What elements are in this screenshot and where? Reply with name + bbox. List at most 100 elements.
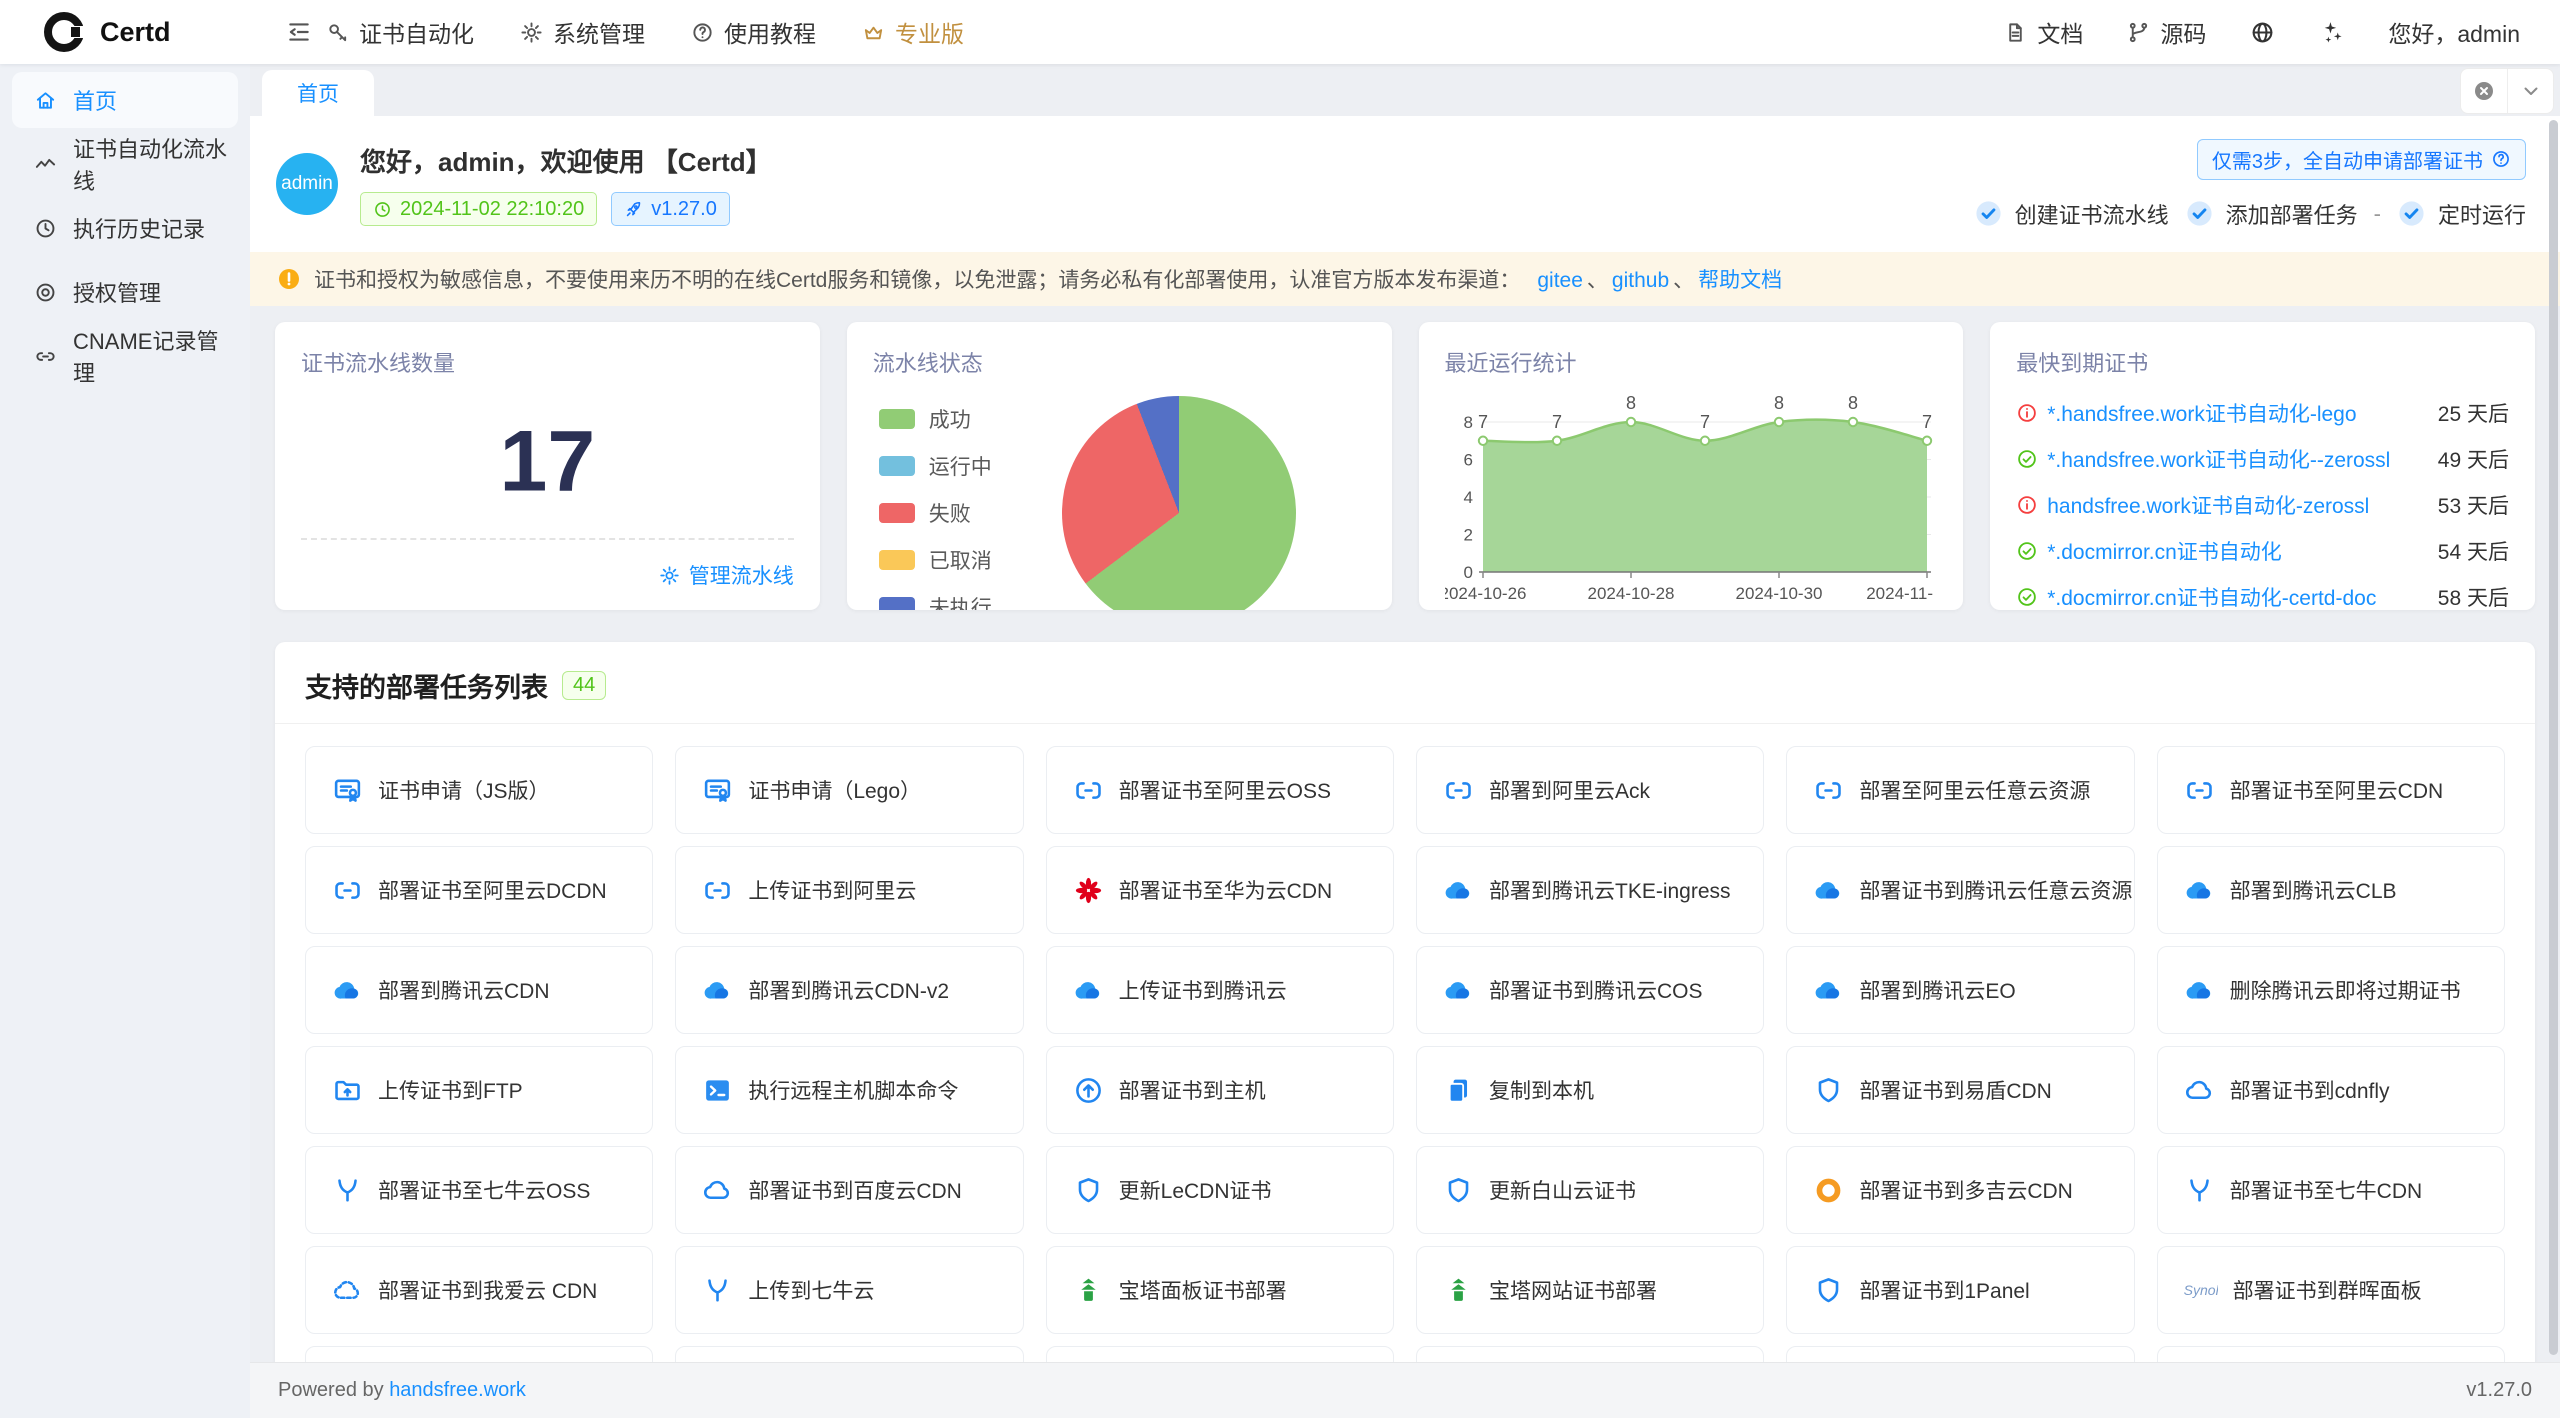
aliyun-icon xyxy=(702,875,733,906)
cert-name-link[interactable]: *.docmirror.cn证书自动化-certd-doc xyxy=(2047,582,2426,611)
warning-icon xyxy=(277,267,301,291)
brand[interactable]: Certd xyxy=(0,12,250,52)
task-card-1[interactable]: 证书申请（Lego） xyxy=(675,746,1023,834)
task-card-22[interactable]: 部署证书到易盾CDN xyxy=(1786,1046,2134,1134)
task-card-29[interactable]: 部署证书至七牛CDN xyxy=(2157,1146,2505,1234)
sidebar-item-4[interactable]: CNAME记录管理 xyxy=(12,328,238,384)
task-card-17[interactable]: 删除腾讯云即将过期证书 xyxy=(2157,946,2505,1034)
task-card-8[interactable]: 部署证书至华为云CDN xyxy=(1046,846,1394,934)
quickstart-step-0[interactable]: 创建证书流水线 xyxy=(1974,198,2169,230)
cert-name-link[interactable]: *.handsfree.work证书自动化-lego xyxy=(2047,398,2426,428)
task-card-26[interactable]: 更新LeCDN证书 xyxy=(1046,1146,1394,1234)
sidebar-item-1[interactable]: 证书自动化流水线 xyxy=(12,136,238,192)
legend-swatch xyxy=(879,456,915,476)
alert-link-帮助文档[interactable]: 帮助文档 xyxy=(1698,269,1782,292)
task-card-15[interactable]: 部署证书到腾讯云COS xyxy=(1416,946,1764,1034)
card-title: 最近运行统计 xyxy=(1445,346,1938,378)
legend-item-1: 运行中 xyxy=(879,451,992,481)
welcome-panel: admin 您好，admin，欢迎使用 【Certd】 2024-11-02 2… xyxy=(250,116,2560,252)
cert-name-link[interactable]: handsfree.work证书自动化-zerossl xyxy=(2047,490,2426,520)
card-title: 最快到期证书 xyxy=(2016,346,2509,378)
task-card-7[interactable]: 上传证书到阿里云 xyxy=(675,846,1023,934)
task-card-11[interactable]: 部署到腾讯云CLB xyxy=(2157,846,2505,934)
alert-link-github[interactable]: github xyxy=(1612,269,1669,292)
cloud-icon xyxy=(2184,1075,2215,1106)
task-card-13[interactable]: 部署到腾讯云CDN-v2 xyxy=(675,946,1023,1034)
aliyun-icon xyxy=(1073,775,1104,806)
deploy-tasks-card: 支持的部署任务列表 44 证书申请（JS版）证书申请（Lego）部署证书至阿里云… xyxy=(275,642,2535,1418)
svg-text:7: 7 xyxy=(1921,412,1931,432)
divider xyxy=(301,538,794,540)
task-card-28[interactable]: 部署证书到多吉云CDN xyxy=(1786,1146,2134,1234)
task-card-21[interactable]: 复制到本机 xyxy=(1416,1046,1764,1134)
scrollbar-thumb[interactable] xyxy=(2549,120,2558,1355)
nav-menu-0[interactable]: 证书自动化 xyxy=(326,15,474,49)
task-card-4[interactable]: 部署至阿里云任意云资源 xyxy=(1786,746,2134,834)
manage-pipelines-link[interactable]: 管理流水线 xyxy=(659,560,794,590)
check-badge-icon xyxy=(2185,199,2214,228)
globe-icon[interactable] xyxy=(2250,20,2275,45)
task-card-0[interactable]: 证书申请（JS版） xyxy=(305,746,653,834)
task-card-6[interactable]: 部署证书至阿里云DCDN xyxy=(305,846,653,934)
time-badge: 2024-11-02 22:10:20 xyxy=(360,192,597,226)
avatar[interactable]: admin xyxy=(276,153,338,215)
task-card-32[interactable]: 宝塔面板证书部署 xyxy=(1046,1246,1394,1334)
task-card-35[interactable]: Synology部署证书到群晖面板 xyxy=(2157,1246,2505,1334)
handsfree-link[interactable]: handsfree.work xyxy=(389,1379,526,1401)
task-card-24[interactable]: 部署证书至七牛云OSS xyxy=(305,1146,653,1234)
alert-link-gitee[interactable]: gitee xyxy=(1537,269,1583,292)
synology-icon: Synology xyxy=(2184,1282,2218,1298)
magic-icon[interactable] xyxy=(2319,20,2344,45)
task-card-14[interactable]: 上传证书到腾讯云 xyxy=(1046,946,1394,1034)
shield-icon xyxy=(1813,1075,1844,1106)
cert-name-link[interactable]: *.handsfree.work证书自动化--zerossl xyxy=(2047,444,2426,474)
task-card-30[interactable]: 部署证书到我爱云 CDN xyxy=(305,1246,653,1334)
task-card-5[interactable]: 部署证书至阿里云CDN xyxy=(2157,746,2505,834)
tasks-title: 支持的部署任务列表 xyxy=(305,666,548,705)
task-card-2[interactable]: 部署证书至阿里云OSS xyxy=(1046,746,1394,834)
tab-menu-button[interactable] xyxy=(2507,69,2553,113)
task-card-33[interactable]: 宝塔网站证书部署 xyxy=(1416,1246,1764,1334)
task-card-23[interactable]: 部署证书到cdnfly xyxy=(2157,1046,2505,1134)
days-remaining: 25 天后 xyxy=(2438,398,2509,428)
branch-icon xyxy=(2127,21,2150,44)
security-alert: 证书和授权为敏感信息，不要使用来历不明的在线Certd服务和镜像，以免泄露；请务… xyxy=(250,252,2560,306)
quickstart-step-1[interactable]: 添加部署任务 xyxy=(2185,198,2358,230)
task-card-31[interactable]: 上传到七牛云 xyxy=(675,1246,1023,1334)
sidebar-item-3[interactable]: 授权管理 xyxy=(12,264,238,320)
divider xyxy=(275,723,2535,724)
task-card-3[interactable]: 部署到阿里云Ack xyxy=(1416,746,1764,834)
nav-menu-3[interactable]: 专业版 xyxy=(862,15,964,49)
cert-name-link[interactable]: *.docmirror.cn证书自动化 xyxy=(2047,536,2426,566)
task-card-10[interactable]: 部署证书到腾讯云任意云资源 xyxy=(1786,846,2134,934)
task-card-25[interactable]: 部署证书到百度云CDN xyxy=(675,1146,1023,1234)
nav-link-1[interactable]: 源码 xyxy=(2127,15,2206,49)
svg-text:8: 8 xyxy=(1773,393,1783,413)
nav-link-0[interactable]: 文档 xyxy=(2004,15,2083,49)
quickstart-step-2[interactable]: 定时运行 xyxy=(2397,198,2526,230)
task-card-20[interactable]: 部署证书到主机 xyxy=(1046,1046,1394,1134)
user-greeting[interactable]: 您好，admin xyxy=(2388,15,2520,49)
script-icon xyxy=(702,1075,733,1106)
task-card-16[interactable]: 部署到腾讯云EO xyxy=(1786,946,2134,1034)
sidebar-item-2[interactable]: 执行历史记录 xyxy=(12,200,238,256)
task-card-27[interactable]: 更新白山云证书 xyxy=(1416,1146,1764,1234)
expiring-cert-row: handsfree.work证书自动化-zerossl 53 天后 xyxy=(2016,486,2509,523)
task-card-18[interactable]: 上传证书到FTP xyxy=(305,1046,653,1134)
nav-menu-2[interactable]: 使用教程 xyxy=(691,15,816,49)
task-card-9[interactable]: 部署到腾讯云TKE-ingress xyxy=(1416,846,1764,934)
collapse-sidebar-icon[interactable] xyxy=(286,19,312,45)
quickstart-tip-button[interactable]: 仅需3步，全自动申请部署证书 xyxy=(2197,139,2526,180)
days-remaining: 58 天后 xyxy=(2438,582,2509,611)
task-card-12[interactable]: 部署到腾讯云CDN xyxy=(305,946,653,1034)
task-card-19[interactable]: 执行远程主机脚本命令 xyxy=(675,1046,1023,1134)
nav-menu-1[interactable]: 系统管理 xyxy=(520,15,645,49)
sidebar: 首页证书自动化流水线执行历史记录授权管理 CNAME记录管理 xyxy=(0,64,250,1418)
tencent-icon xyxy=(1443,875,1474,906)
close-tabs-button[interactable] xyxy=(2461,69,2507,113)
tab-home[interactable]: 首页 xyxy=(262,70,374,116)
task-card-34[interactable]: 部署证书到1Panel xyxy=(1786,1246,2134,1334)
tasks-count-badge: 44 xyxy=(562,671,606,700)
sidebar-item-0[interactable]: 首页 xyxy=(12,72,238,128)
cloud-icon xyxy=(702,1175,733,1206)
